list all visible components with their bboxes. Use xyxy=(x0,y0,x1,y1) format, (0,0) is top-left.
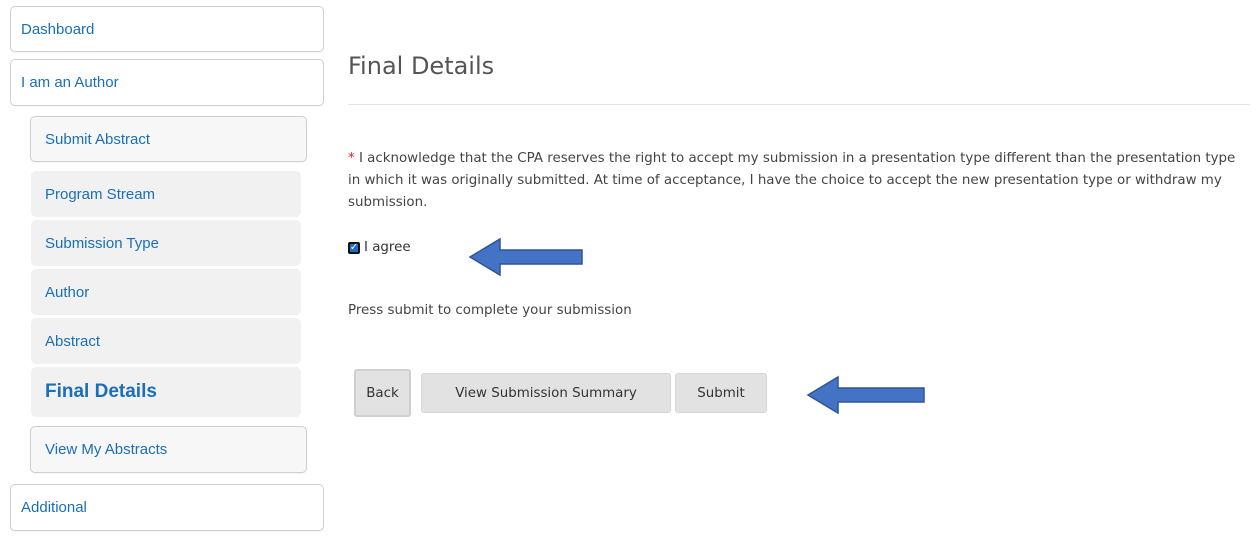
sidebar-step-label: Abstract xyxy=(45,332,101,350)
title-divider xyxy=(348,104,1250,105)
submit-instruction: Press submit to complete your submission xyxy=(348,303,632,318)
sidebar-step-submission-type[interactable]: Submission Type xyxy=(31,220,301,266)
sidebar-step-program-stream[interactable]: Program Stream xyxy=(31,171,301,217)
sidebar-item-label: Dashboard xyxy=(21,20,95,38)
sidebar-item-label: Submit Abstract xyxy=(45,130,151,148)
sidebar-step-final-details[interactable]: Final Details xyxy=(31,367,301,417)
page-title: Final Details xyxy=(348,52,495,80)
arrow-left-icon xyxy=(468,237,583,277)
arrow-left-icon xyxy=(806,375,925,415)
sidebar-item-label: View My Abstracts xyxy=(45,441,168,458)
acknowledgement-text: * I acknowledge that the CPA reserves th… xyxy=(348,148,1243,214)
sidebar-item-label: I am an Author xyxy=(21,74,119,91)
back-button-label: Back xyxy=(366,385,399,401)
sidebar-step-abstract[interactable]: Abstract xyxy=(31,318,301,364)
required-mark: * xyxy=(348,151,355,166)
check-icon: ✓ xyxy=(349,241,359,253)
sidebar-step-label: Submission Type xyxy=(45,234,159,252)
agree-checkbox[interactable]: ✓ xyxy=(348,241,360,254)
view-summary-button[interactable]: View Submission Summary xyxy=(421,373,671,413)
agree-label[interactable]: I agree xyxy=(364,240,411,255)
acknowledgement-body: I acknowledge that the CPA reserves the … xyxy=(348,151,1236,210)
sidebar-item-view-abstracts[interactable]: View My Abstracts xyxy=(30,426,307,473)
submit-button-label: Submit xyxy=(697,385,745,401)
submit-button[interactable]: Submit xyxy=(675,373,767,413)
sidebar-item-submit-abstract[interactable]: Submit Abstract xyxy=(30,116,307,162)
view-summary-button-label: View Submission Summary xyxy=(455,385,637,401)
sidebar-step-label: Program Stream xyxy=(45,185,156,203)
sidebar-step-author[interactable]: Author xyxy=(31,269,301,315)
sidebar-step-label: Final Details xyxy=(45,381,157,402)
sidebar-item-dashboard[interactable]: Dashboard xyxy=(10,6,324,52)
agree-row[interactable]: ✓ I agree xyxy=(348,240,411,255)
sidebar-item-author[interactable]: I am an Author xyxy=(10,59,324,106)
sidebar-item-additional[interactable]: Additional xyxy=(10,484,324,531)
sidebar-step-label: Author xyxy=(45,283,90,301)
sidebar-item-label: Additional xyxy=(21,499,87,516)
back-button[interactable]: Back xyxy=(354,369,411,417)
